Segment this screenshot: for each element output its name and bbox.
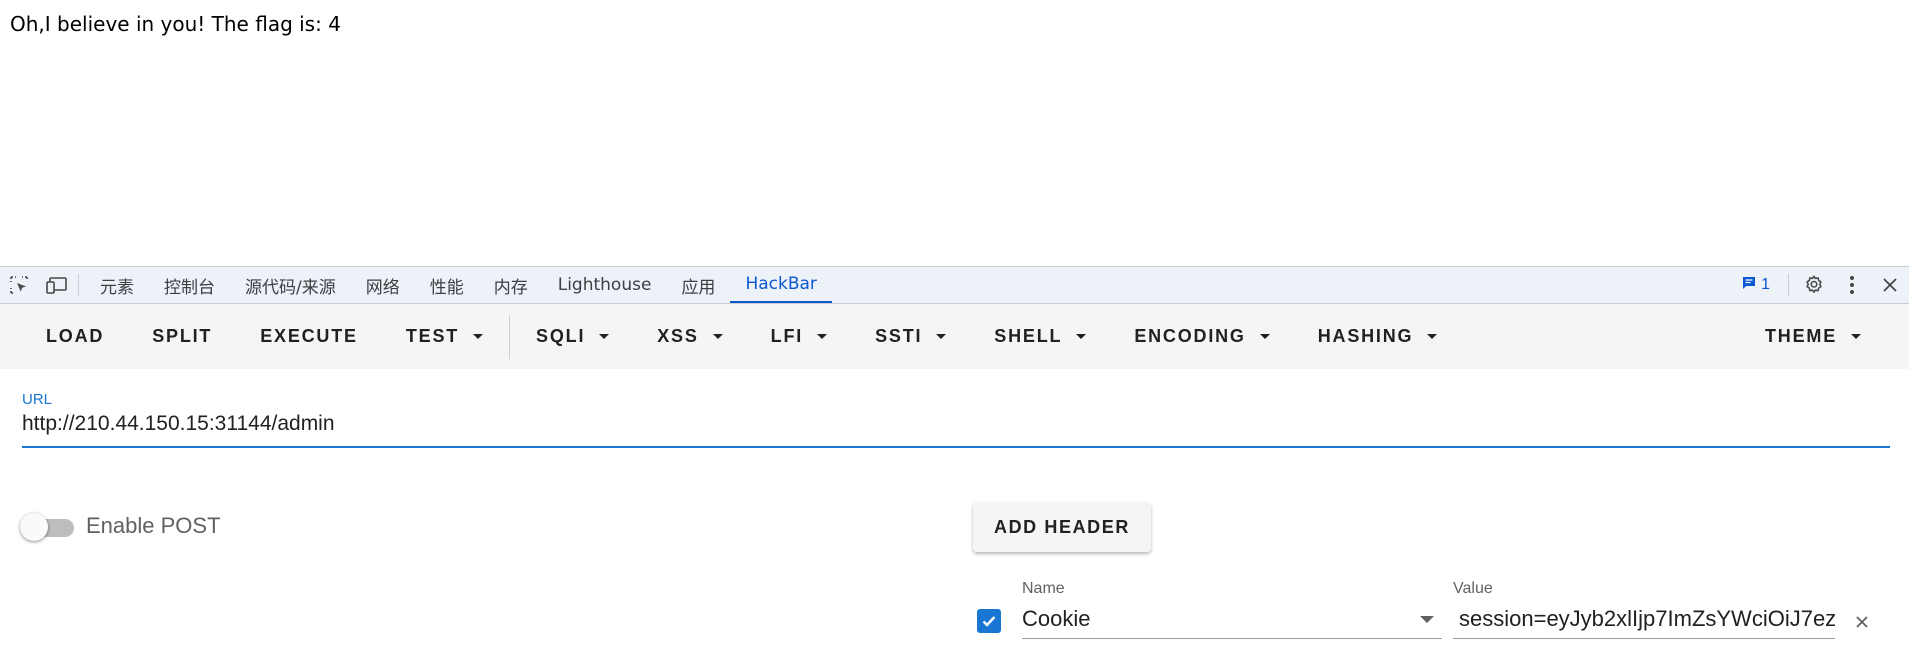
caret-down-icon [599,334,610,339]
tab-console[interactable]: 控制台 [149,267,230,303]
split-label: SPLIT [152,326,213,346]
url-label: URL [22,391,53,408]
caret-down-icon [473,334,484,339]
header-name-select[interactable]: Cookie [1022,606,1442,639]
execute-button[interactable]: EXECUTE [236,317,382,357]
caret-down-icon [936,334,947,339]
enable-post-label: Enable POST [86,513,221,538]
remove-header-button[interactable] [1854,614,1870,635]
xss-label: XSS [657,326,699,346]
lfi-menu-button[interactable]: LFI [747,317,851,357]
xss-menu-button[interactable]: XSS [633,317,746,357]
message-badge[interactable]: 1 [1741,275,1770,296]
theme-menu-button[interactable]: THEME [1741,316,1885,356]
lfi-label: LFI [770,326,804,346]
tab-application[interactable]: 应用 [666,267,730,303]
caret-down-icon [1851,333,1861,339]
more-vert-icon[interactable] [1833,267,1871,303]
select-element-icon[interactable] [0,267,38,303]
load-button[interactable]: LOAD [22,317,128,357]
page-content: Oh,I believe in you! The flag is: 4 [0,0,1909,266]
theme-label: THEME [1765,325,1837,346]
check-icon [982,616,996,627]
caret-down-icon [1259,334,1270,339]
execute-label: EXECUTE [260,326,358,346]
caret-down-icon [817,334,828,339]
sqli-menu-button[interactable]: SQLI [512,317,633,357]
header-value-field[interactable]: Value session=eyJyb2xlIjp7ImZsYWciOiJ7ez [1453,580,1835,639]
tab-memory[interactable]: 内存 [479,267,543,303]
page-message: Oh,I believe in you! The flag is: 4 [10,12,341,36]
encoding-label: ENCODING [1134,326,1246,346]
tab-sources[interactable]: 源代码/来源 [230,267,351,303]
message-icon [1741,275,1757,296]
gear-icon[interactable] [1795,267,1833,303]
caret-down-icon [1427,334,1438,339]
enable-post-row: Enable POST [20,511,221,541]
enable-post-switch[interactable] [20,511,74,541]
shell-menu-button[interactable]: SHELL [970,317,1110,357]
url-field[interactable]: URL http://210.44.150.15:31144/admin [22,391,1890,448]
header-enabled-checkbox[interactable] [977,609,1001,633]
tab-hackbar[interactable]: HackBar [730,267,832,303]
split-button[interactable]: SPLIT [128,317,236,357]
ssti-menu-button[interactable]: SSTI [851,317,970,357]
sqli-label: SQLI [536,326,586,346]
add-header-button[interactable]: ADD HEADER [973,502,1151,552]
tab-network[interactable]: 网络 [351,267,415,303]
header-value-label: Value [1453,580,1493,597]
toolbar-divider [509,314,511,359]
tab-divider [78,274,79,296]
load-label: LOAD [46,326,105,346]
header-name-field[interactable]: Name Cookie [1022,580,1442,639]
chevron-down-icon [1420,616,1434,623]
url-input[interactable]: http://210.44.150.15:31144/admin [22,412,1890,448]
hashing-label: HASHING [1317,326,1414,346]
test-menu-button[interactable]: TEST [382,317,507,357]
devtools-tab-bar: 元素 控制台 源代码/来源 网络 性能 内存 Lighthouse 应用 Hac… [0,267,1909,304]
header-name-label: Name [1022,580,1065,597]
hashing-menu-button[interactable]: HASHING [1294,317,1462,357]
device-toolbar-icon[interactable] [38,267,76,303]
close-icon [1856,616,1868,628]
header-value-input[interactable]: session=eyJyb2xlIjp7ImZsYWciOiJ7ez [1453,606,1835,639]
hackbar-toolbar: LOAD SPLIT EXECUTE TEST SQLI XSS LFI SST… [0,304,1909,369]
close-icon[interactable] [1871,267,1909,303]
tab-lighthouse[interactable]: Lighthouse [543,267,667,303]
shell-label: SHELL [994,326,1063,346]
ssti-label: SSTI [875,326,923,346]
header-name-value: Cookie [1022,606,1091,631]
add-header-label: ADD HEADER [993,516,1130,537]
test-label: TEST [405,326,460,346]
caret-down-icon [1076,334,1087,339]
caret-down-icon [712,334,723,339]
switch-thumb [20,513,48,541]
devtools-actions: 1 [1741,267,1909,303]
devtools-panel: 元素 控制台 源代码/来源 网络 性能 内存 Lighthouse 应用 Hac… [0,266,1909,671]
encoding-menu-button[interactable]: ENCODING [1110,317,1293,357]
message-count: 1 [1761,276,1770,293]
actions-divider [1788,274,1789,296]
tab-elements[interactable]: 元素 [85,267,149,303]
tab-performance[interactable]: 性能 [415,267,479,303]
